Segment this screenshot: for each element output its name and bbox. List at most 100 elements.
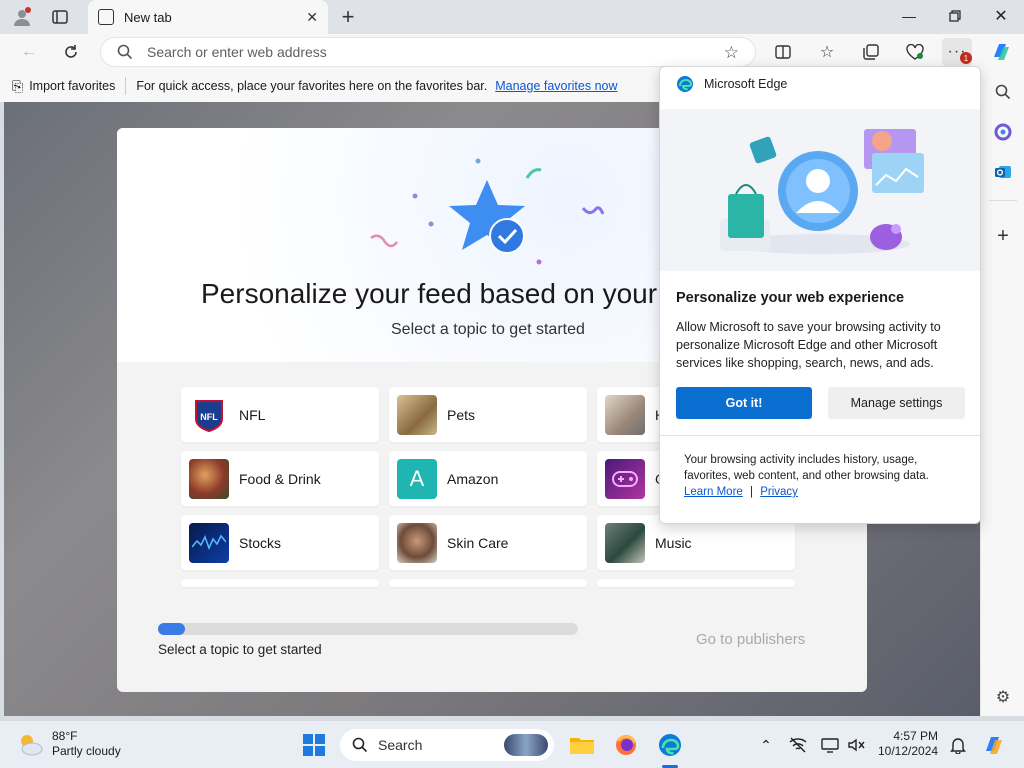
music-photo-icon bbox=[605, 522, 645, 563]
search-icon bbox=[117, 44, 133, 60]
topic-partial bbox=[389, 579, 587, 587]
sidebar-divider bbox=[989, 200, 1017, 201]
topic-label: Amazon bbox=[447, 470, 499, 487]
system-clock[interactable]: 4:57 PM 10/12/2024 bbox=[878, 729, 938, 759]
gaming-tile-icon bbox=[605, 458, 645, 499]
search-icon[interactable] bbox=[989, 78, 1017, 106]
start-icon[interactable] bbox=[300, 731, 328, 759]
firefox-icon[interactable] bbox=[612, 731, 640, 759]
shopping-illustration-icon bbox=[720, 129, 924, 254]
copilot-taskbar-icon[interactable] bbox=[980, 731, 1008, 759]
collections-icon[interactable] bbox=[856, 38, 886, 66]
back-icon[interactable]: ← bbox=[14, 38, 44, 66]
network-icon[interactable] bbox=[784, 731, 812, 759]
favorites-divider bbox=[125, 77, 127, 95]
go-to-publishers-button[interactable]: Go to publishers bbox=[696, 631, 805, 648]
edge-logo-icon bbox=[677, 76, 693, 92]
tab-strip: New tab ✕ + — ✕ bbox=[0, 0, 1024, 34]
personalize-popup: Microsoft Edge Personalize your web expe… bbox=[659, 66, 981, 524]
learn-more-link[interactable]: Learn More bbox=[684, 486, 743, 498]
popup-footer-text: Your browsing activity includes history,… bbox=[684, 454, 929, 482]
sidebar-settings-icon[interactable]: ⚙ bbox=[989, 683, 1017, 711]
popup-body: Allow Microsoft to save your browsing ac… bbox=[676, 320, 941, 370]
popup-brand: Microsoft Edge bbox=[704, 77, 788, 91]
add-sidebar-app-icon[interactable]: + bbox=[989, 222, 1017, 250]
browser-essentials-icon[interactable] bbox=[900, 38, 930, 66]
new-tab-button[interactable]: + bbox=[334, 4, 362, 30]
favorite-star-icon[interactable]: ☆ bbox=[724, 43, 739, 63]
import-favorites-button[interactable]: Import favorites bbox=[29, 79, 115, 93]
topic-label: Music bbox=[655, 534, 692, 551]
feed-subtitle: Select a topic to get started bbox=[391, 321, 585, 338]
copilot-icon[interactable] bbox=[986, 38, 1016, 66]
manage-favorites-link[interactable]: Manage favorites now bbox=[495, 79, 617, 93]
import-favorites-icon[interactable]: ⎘ bbox=[12, 78, 23, 95]
notification-badge: 1 bbox=[960, 52, 972, 64]
volume-muted-icon[interactable] bbox=[842, 731, 870, 759]
taskbar: 88°F Partly cloudy Search ⌃ 4:57 PM 10/1… bbox=[0, 720, 1024, 768]
address-bar[interactable]: ☆ bbox=[100, 37, 756, 67]
topic-label: Food & Drink bbox=[239, 470, 321, 487]
favorites-icon[interactable]: ☆ bbox=[812, 38, 842, 66]
link-separator: | bbox=[750, 486, 754, 498]
nfl-logo-icon: NFL bbox=[189, 394, 229, 435]
topic-food-drink[interactable]: Food & Drink bbox=[181, 451, 379, 506]
topic-nfl[interactable]: NFL NFL bbox=[181, 387, 379, 442]
privacy-link[interactable]: Privacy bbox=[760, 486, 798, 498]
minimize-button[interactable]: — bbox=[886, 0, 932, 32]
topic-label: Pets bbox=[447, 406, 476, 423]
restore-button[interactable] bbox=[932, 0, 978, 32]
topic-stocks[interactable]: Stocks bbox=[181, 515, 379, 570]
weather-desc: Partly cloudy bbox=[52, 744, 121, 758]
manage-settings-button[interactable]: Manage settings bbox=[828, 387, 965, 419]
star-check-illustration-icon bbox=[370, 158, 605, 265]
profile-icon[interactable] bbox=[8, 4, 36, 30]
topic-partial bbox=[181, 579, 379, 587]
split-screen-icon[interactable] bbox=[768, 38, 798, 66]
clock-time: 4:57 PM bbox=[893, 729, 939, 743]
clock-date: 10/12/2024 bbox=[878, 744, 939, 758]
svg-text:NFL: NFL bbox=[200, 412, 218, 422]
amazon-tile-icon: A bbox=[397, 458, 437, 499]
office-icon[interactable] bbox=[989, 118, 1017, 146]
popup-footer: Your browsing activity includes history,… bbox=[684, 452, 964, 500]
topic-amazon[interactable]: A Amazon bbox=[389, 451, 587, 506]
refresh-icon[interactable] bbox=[56, 38, 86, 66]
outlook-icon[interactable] bbox=[989, 158, 1017, 186]
taskbar-search-label: Search bbox=[378, 737, 423, 753]
popup-title: Personalize your web experience bbox=[676, 290, 905, 306]
search-highlight-icon bbox=[504, 734, 548, 756]
topic-partial bbox=[597, 579, 795, 587]
topic-progress-bar bbox=[158, 623, 578, 635]
partly-cloudy-icon bbox=[21, 735, 43, 756]
food-photo-icon bbox=[189, 458, 229, 499]
edge-taskbar-icon[interactable] bbox=[656, 731, 684, 759]
show-hidden-icons[interactable]: ⌃ bbox=[752, 731, 780, 759]
address-input[interactable] bbox=[147, 44, 667, 60]
amazon-letter: A bbox=[409, 465, 425, 491]
display-icon[interactable] bbox=[816, 731, 844, 759]
taskbar-search[interactable]: Search bbox=[340, 729, 554, 761]
got-it-button[interactable]: Got it! bbox=[676, 387, 812, 419]
health-photo-icon bbox=[605, 394, 645, 435]
edge-sidebar: + ⚙ bbox=[980, 70, 1024, 716]
browser-toolbar: ← ☆ ☆ ··· 1 bbox=[0, 34, 1024, 70]
popup-illustration bbox=[660, 109, 980, 271]
weather-widget[interactable]: 88°F Partly cloudy bbox=[16, 729, 121, 759]
topic-label: Stocks bbox=[239, 534, 282, 551]
stocks-tile-icon bbox=[189, 522, 229, 563]
weather-temp: 88°F bbox=[52, 729, 78, 743]
settings-more-icon[interactable]: ··· 1 bbox=[942, 38, 972, 66]
close-window-button[interactable]: ✕ bbox=[978, 0, 1024, 32]
close-tab-icon[interactable]: ✕ bbox=[306, 9, 318, 26]
topic-skin-care[interactable]: Skin Care bbox=[389, 515, 587, 570]
tab-new-tab[interactable]: New tab ✕ bbox=[88, 0, 328, 34]
topic-label: NFL bbox=[239, 406, 266, 423]
progress-fill bbox=[158, 623, 186, 635]
notifications-bell-icon[interactable] bbox=[944, 731, 972, 759]
tab-actions-icon[interactable] bbox=[46, 4, 74, 30]
search-icon bbox=[352, 737, 368, 753]
file-explorer-icon[interactable] bbox=[568, 731, 596, 759]
topic-pets[interactable]: Pets bbox=[389, 387, 587, 442]
progress-label: Select a topic to get started bbox=[158, 642, 322, 657]
